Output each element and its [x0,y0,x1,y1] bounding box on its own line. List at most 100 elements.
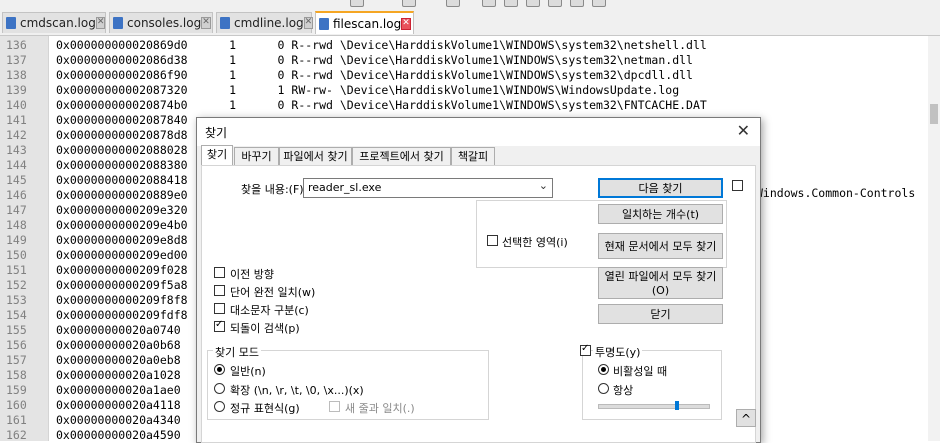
line-number: 152 [6,278,27,292]
code-line: 0x00000000020a4118 [56,398,181,412]
transparency-slider[interactable] [598,404,710,409]
replace-icon[interactable] [482,0,496,7]
indent-icon[interactable] [592,0,606,7]
line-number: 142 [6,128,27,142]
find-all-open-label: 열린 파일에서 모두 찾기 [604,270,717,283]
code-line: 0x00000000020a1ae0 [56,383,181,397]
tab-consoles[interactable]: consoles.log ✕ [109,12,213,33]
code-line: 0x000000000020889e0 [56,188,188,202]
code-line: 0x00000000020a0740 [56,323,181,337]
mode-normal-radio[interactable] [214,364,225,375]
line-number: 158 [6,368,27,382]
close-button[interactable]: 닫기 [598,304,723,324]
close-tab-icon[interactable]: ✕ [303,17,314,29]
code-line: 0x0000000000209ed00 [56,248,188,262]
tab-label: cmdline.log [234,16,304,30]
find-all-current-button[interactable]: 현재 문서에서 모두 찾기 [598,233,723,259]
code-line: 0x00000000020a1028 [56,368,181,382]
mode-regex-label: 정규 표현식(g) [230,402,300,415]
file-tab-bar: cmdscan.log ✕ consoles.log ✕ cmdline.log… [0,10,940,36]
line-number: 141 [6,113,27,127]
slider-thumb[interactable] [675,401,679,410]
close-tab-icon[interactable]: ✕ [401,17,411,30]
code-line: 0x00000000002088380 [56,158,188,172]
tab-filescan[interactable]: filescan.log ✕ [315,11,414,34]
mode-extended-radio[interactable] [214,383,225,394]
close-tab-icon[interactable]: ✕ [95,17,106,29]
line-number: 140 [6,98,27,112]
always-radio[interactable] [598,383,609,394]
tab-mark[interactable]: 책갈피 [451,147,495,165]
dialog-titlebar: 찾기 ✕ [197,118,760,146]
find-label: 찾을 내용:(F) [241,183,304,196]
wrap-around-label: 되돌이 검색(p) [230,322,300,335]
backward-checkbox[interactable] [214,267,225,278]
line-number: 157 [6,353,27,367]
find-dialog: 찾기 ✕ 찾기 바꾸기 파일에서 찾기 프로젝트에서 찾기 책갈피 찾을 내용:… [196,117,761,443]
code-line: 0x000000000020874b0 1 0 R--rwd \Device\H… [56,98,707,112]
code-line: 0x00000000002088418 [56,173,188,187]
mode-regex-radio[interactable] [214,401,225,412]
mode-normal-label: 일반(n) [230,365,266,378]
close-tab-icon[interactable]: ✕ [201,17,211,29]
dot-newline-checkbox [329,401,340,412]
line-number: 153 [6,293,27,307]
find-all-open-shortcut: (O) [651,284,670,297]
find-value: reader_sl.exe [308,181,382,194]
find-icon[interactable] [446,0,460,7]
find-next-option-checkbox[interactable] [732,180,743,191]
line-number: 139 [6,83,27,97]
code-line: 0x0000000000209f8f8 [56,293,188,307]
scrollbar-thumb[interactable] [930,104,938,124]
wrap-around-checkbox[interactable] [214,319,225,332]
code-line: 0x000000000020878d8 [56,128,188,142]
on-lose-focus-label: 비활성일 때 [613,365,668,378]
close-icon[interactable]: ✕ [737,121,750,140]
match-case-checkbox[interactable] [214,303,225,314]
line-number: 156 [6,338,27,352]
on-lose-focus-radio[interactable] [598,364,609,375]
save-icon[interactable] [350,0,364,7]
file-icon [319,17,329,30]
file-icon [220,17,230,29]
tab-find[interactable]: 찾기 [201,145,233,166]
tab-find-in-projects[interactable]: 프로젝트에서 찾기 [352,147,451,165]
code-line: 0x00000000002087320 1 1 RW-rw- \Device\H… [56,83,680,97]
tab-replace[interactable]: 바꾸기 [234,147,279,165]
line-number: 155 [6,323,27,337]
tab-cmdline[interactable]: cmdline.log ✕ [216,12,314,33]
in-selection-checkbox[interactable] [487,235,498,246]
collapse-button[interactable]: ^ [736,409,756,427]
find-next-button[interactable]: 다음 찾기 [598,178,723,198]
line-number: 147 [6,203,27,217]
transparency-title: 투명도(y) [593,344,643,360]
sync-icon[interactable] [548,0,562,7]
vertical-scrollbar[interactable] [928,36,940,441]
find-all-open-button[interactable]: 열린 파일에서 모두 찾기 (O) [598,267,723,299]
find-input[interactable]: reader_sl.exe ⌄ [303,178,553,198]
line-number: 146 [6,188,27,202]
code-line: 0x00000000020a0eb8 [56,353,181,367]
code-line: 0x00000000002086f90 1 0 R--rwd \Device\H… [56,68,693,82]
whole-word-checkbox[interactable] [214,285,225,296]
chevron-down-icon[interactable]: ⌄ [539,179,548,192]
zoom-out-icon[interactable] [526,0,540,7]
tab-label: cmdscan.log [20,16,96,30]
undo-icon[interactable] [402,0,416,7]
overflow-text: Windows.Common-Controls [756,186,916,200]
count-button[interactable]: 일치하는 개수(t) [598,204,723,224]
line-number: 159 [6,383,27,397]
dot-newline-label: 새 줄과 일치(.) [345,402,415,415]
whole-word-label: 단어 완전 일치(w) [230,286,316,299]
zoom-in-icon[interactable] [504,0,518,7]
tab-cmdscan[interactable]: cmdscan.log ✕ [2,12,106,33]
tab-find-in-files[interactable]: 파일에서 찾기 [279,147,352,165]
wrap-icon[interactable] [570,0,584,7]
transparency-checkbox[interactable] [580,343,591,356]
always-label: 항상 [613,384,634,397]
line-number: 136 [6,38,27,52]
line-number: 143 [6,143,27,157]
code-line: 0x000000000020869d0 1 0 R--rwd \Device\H… [56,38,707,52]
code-line: 0x0000000000209fdf8 [56,308,188,322]
mode-extended-label: 확장 (\n, \r, \t, \0, \x...)(x) [230,384,364,397]
